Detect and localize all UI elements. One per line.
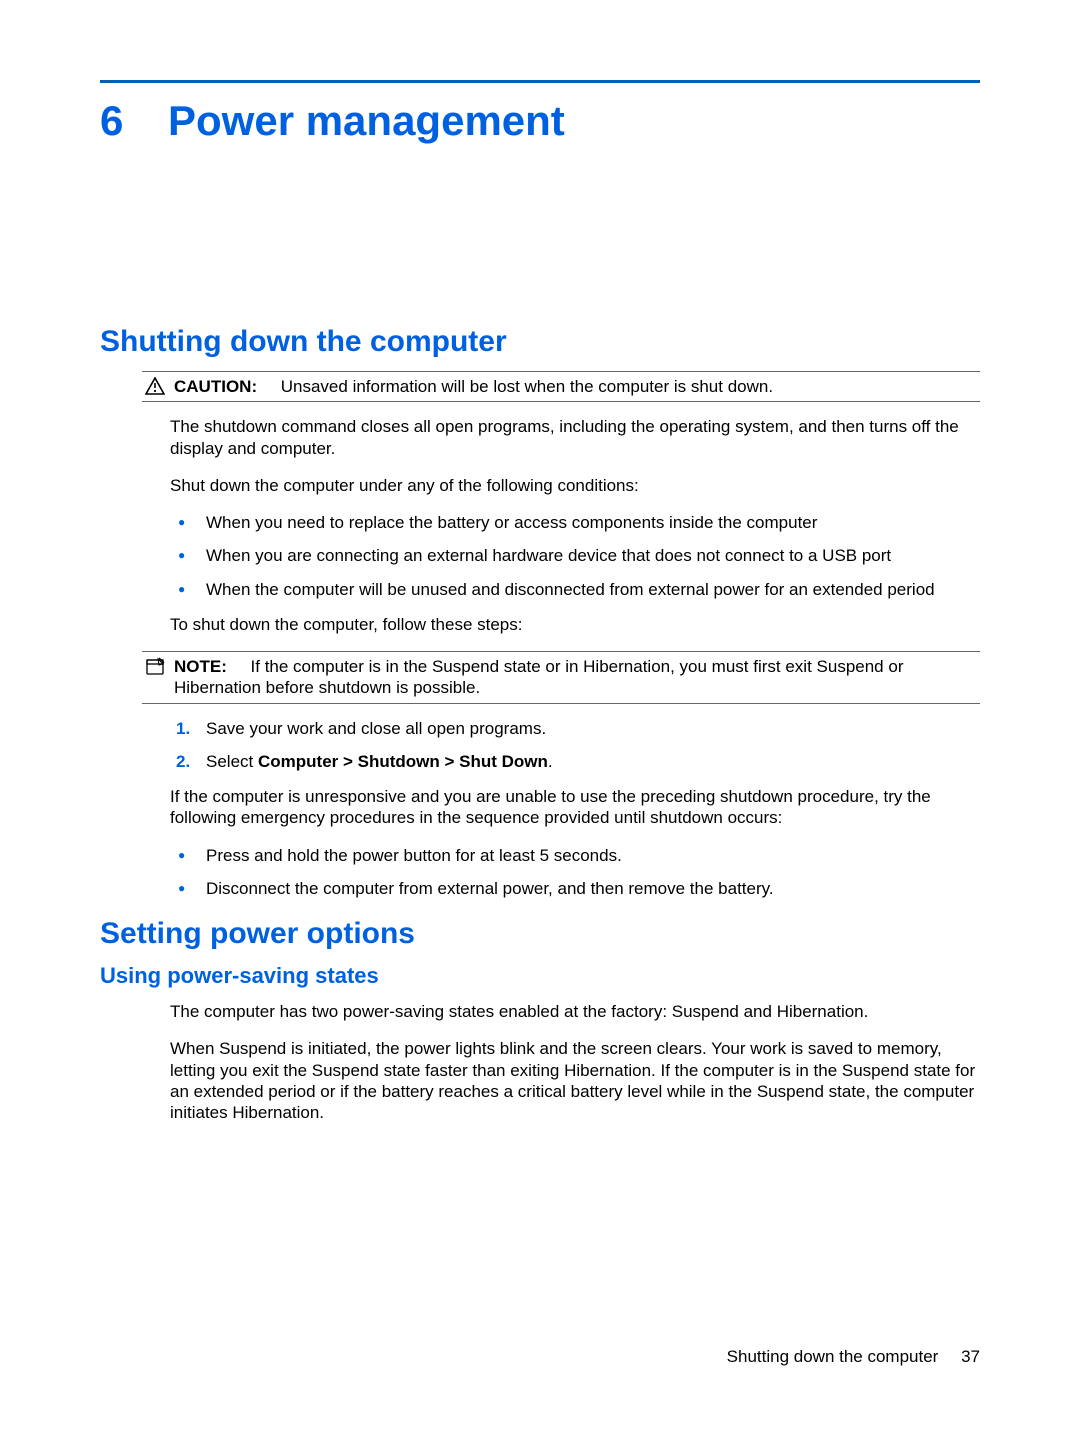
chapter-heading: 6 Power management [100,97,980,145]
note-callout: NOTE: If the computer is in the Suspend … [142,651,980,704]
page-footer: Shutting down the computer 37 [727,1347,980,1367]
paragraph: The computer has two power-saving states… [170,1001,980,1022]
list-item: When you need to replace the battery or … [170,512,980,533]
list-item: When the computer will be unused and dis… [170,579,980,600]
bullet-list: When you need to replace the battery or … [170,512,980,600]
content: Shutting down the computer CAUTION: Unsa… [100,325,980,1123]
paragraph: If the computer is unresponsive and you … [170,786,980,829]
caution-text: Unsaved information will be lost when th… [281,377,773,396]
step-item: Select Computer > Shutdown > Shut Down. [170,751,980,772]
bullet-list: Press and hold the power button for at l… [170,845,980,900]
step-prefix: Select [206,752,258,771]
caution-label: CAUTION: [174,377,257,396]
caution-icon [142,376,168,395]
step-list: Save your work and close all open progra… [170,718,980,773]
step-item: Save your work and close all open progra… [170,718,980,739]
chapter-title: Power management [168,97,565,145]
chapter-number: 6 [100,97,130,145]
note-icon [142,656,168,677]
paragraph: When Suspend is initiated, the power lig… [170,1038,980,1123]
section-title-shutdown: Shutting down the computer [100,325,980,359]
caution-callout: CAUTION: Unsaved information will be los… [142,371,980,402]
caution-body: CAUTION: Unsaved information will be los… [174,376,980,397]
chapter-rule [100,80,980,83]
paragraph: Shut down the computer under any of the … [170,475,980,496]
page: 6 Power management Shutting down the com… [0,0,1080,1437]
note-body: NOTE: If the computer is in the Suspend … [174,656,980,699]
list-item: Disconnect the computer from external po… [170,878,980,899]
list-item: When you are connecting an external hard… [170,545,980,566]
section-title-power-options: Setting power options [100,917,980,951]
subsection-title-power-saving: Using power-saving states [100,963,980,989]
list-item: Press and hold the power button for at l… [170,845,980,866]
paragraph: The shutdown command closes all open pro… [170,416,980,459]
page-number: 37 [961,1347,980,1366]
note-text: If the computer is in the Suspend state … [174,657,903,697]
step-bold: Computer > Shutdown > Shut Down [258,752,548,771]
paragraph: To shut down the computer, follow these … [170,614,980,635]
step-suffix: . [548,752,553,771]
note-label: NOTE: [174,657,227,676]
footer-section: Shutting down the computer [727,1347,939,1366]
